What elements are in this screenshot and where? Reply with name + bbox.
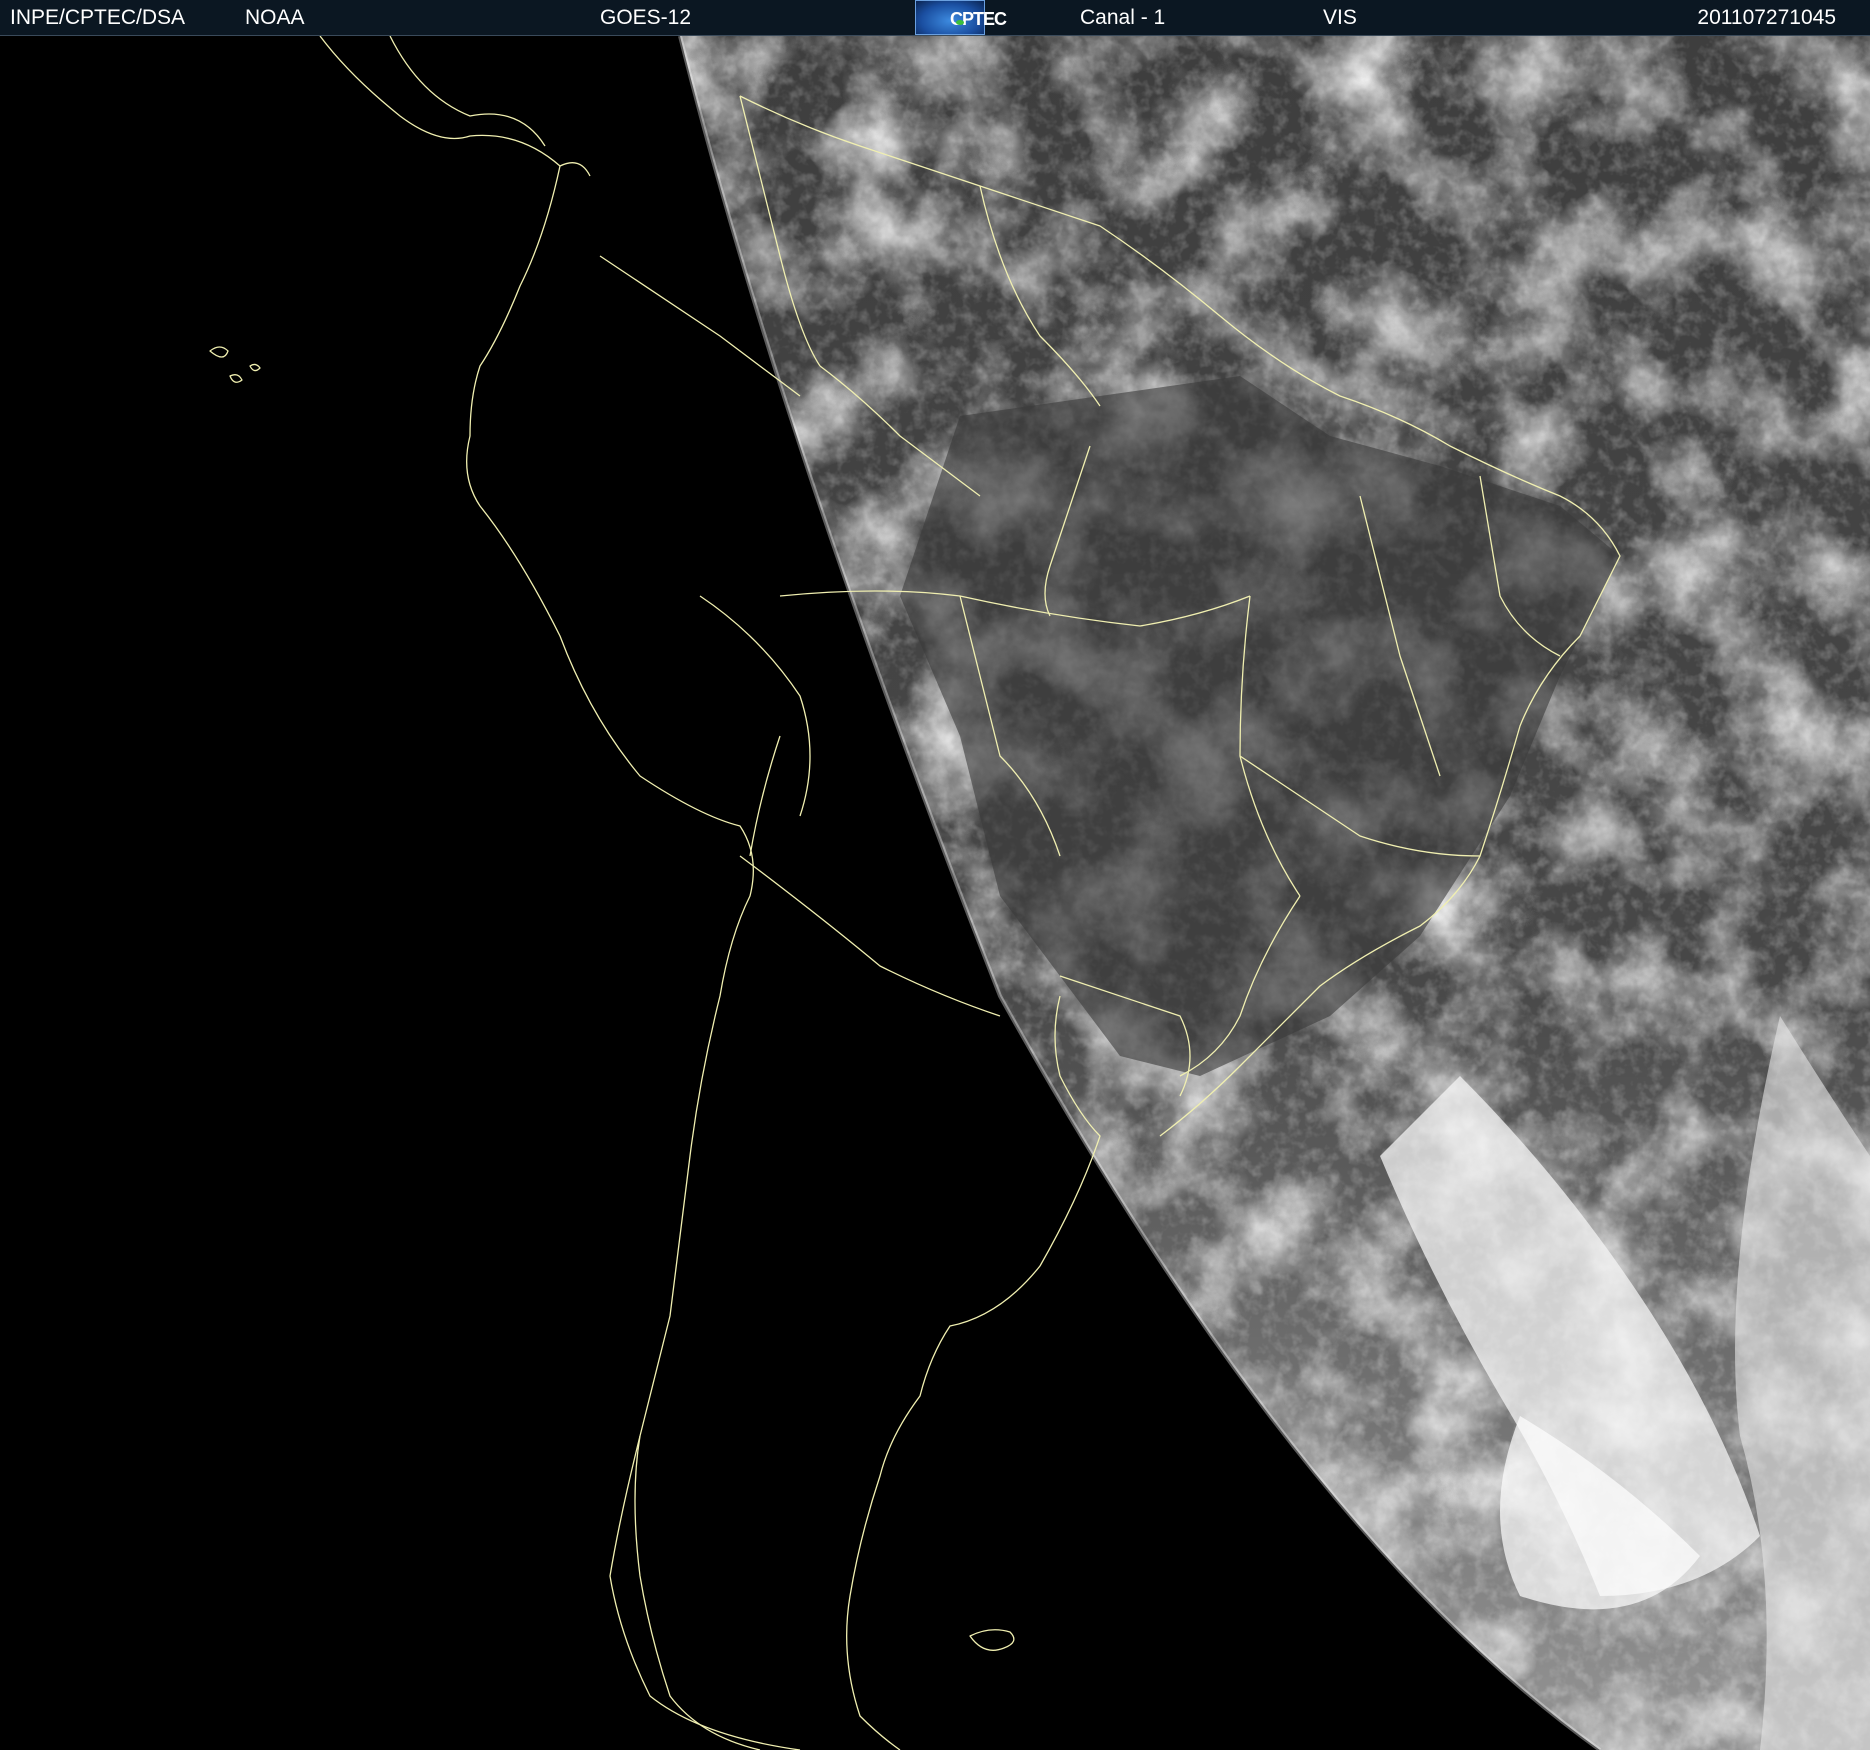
logo-leaf-icon	[956, 20, 964, 25]
image-header-bar: INPE/CPTEC/DSA NOAA GOES-12 CPTEC Canal …	[0, 0, 1870, 36]
cptec-logo-text: CPTEC	[950, 9, 1007, 29]
channel-label: Canal - 1	[1080, 6, 1166, 29]
satellite-image	[0, 36, 1870, 1750]
cptec-logo: CPTEC	[915, 0, 1007, 35]
agency-label: INPE/CPTEC/DSA	[10, 6, 186, 29]
timestamp-label: 201107271045	[1697, 6, 1836, 29]
band-label: VIS	[1323, 6, 1357, 29]
provider-label: NOAA	[245, 6, 305, 29]
satellite-image-svg	[0, 36, 1870, 1750]
satellite-label: GOES-12	[600, 6, 692, 29]
